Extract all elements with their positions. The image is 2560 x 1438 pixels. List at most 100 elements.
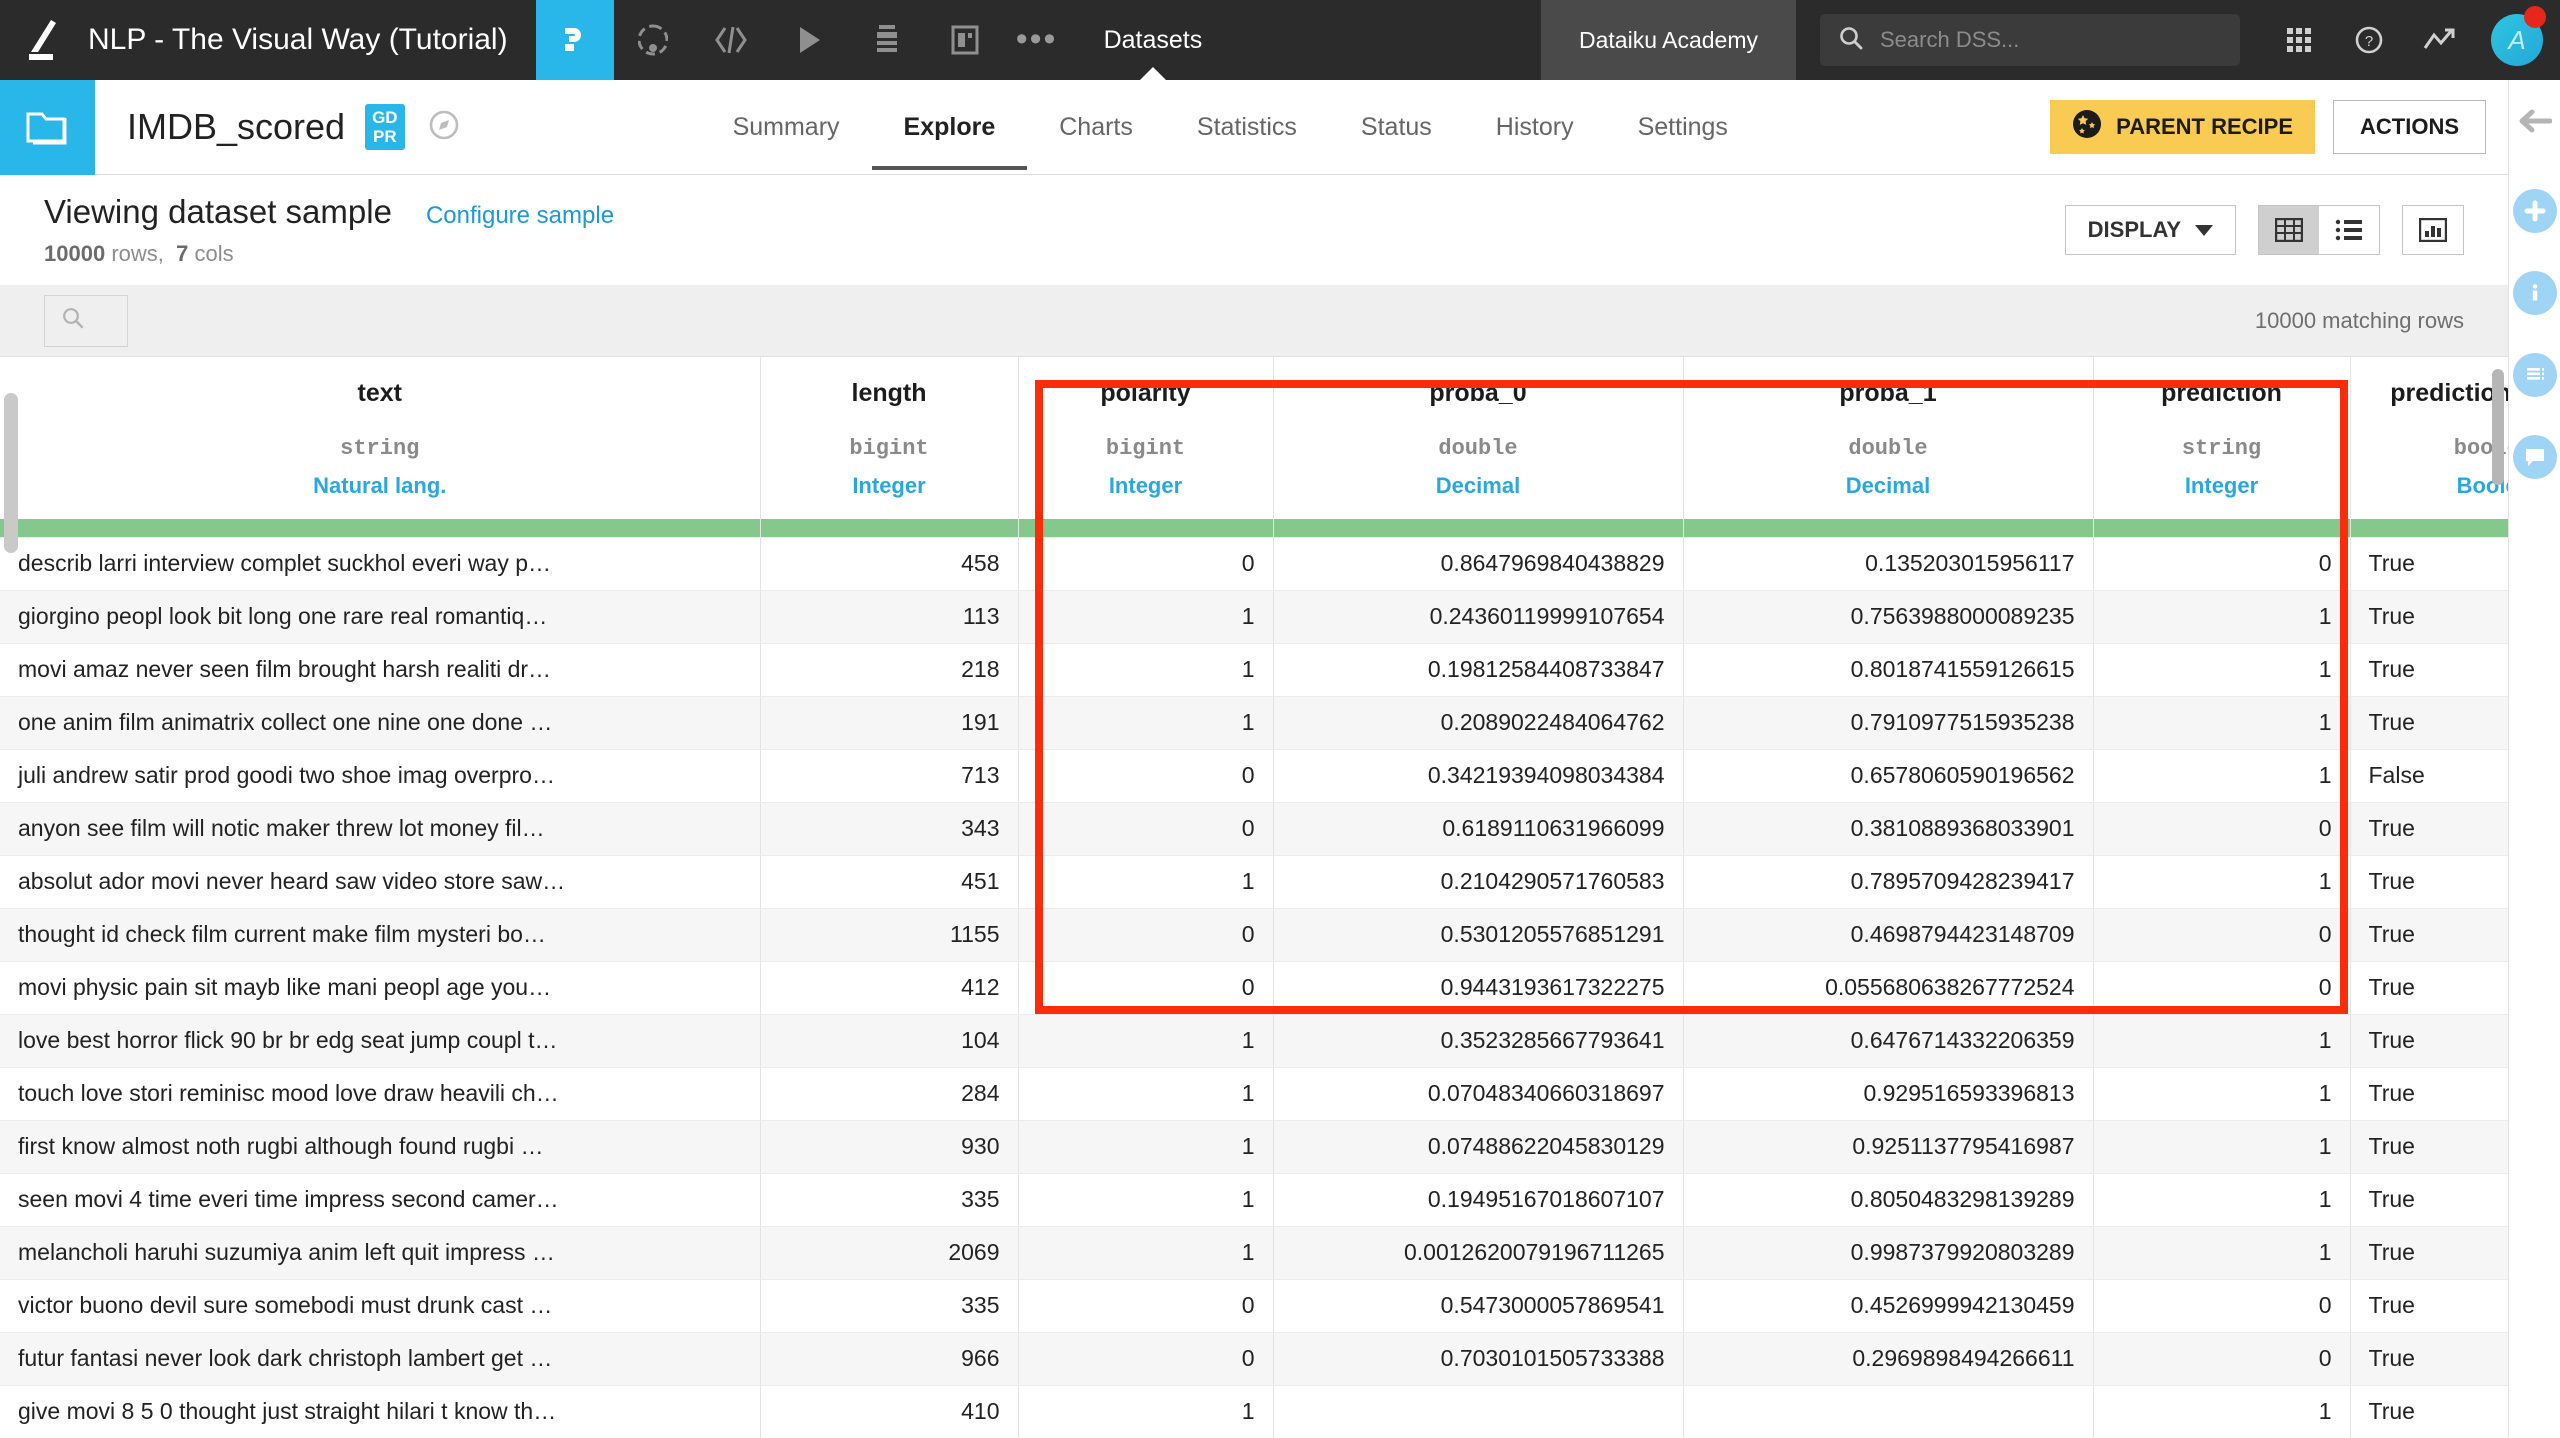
- table-row[interactable]: thought id check film current make film …: [0, 908, 2508, 962]
- column-meaning[interactable]: Integer: [779, 473, 1000, 499]
- data-table-container[interactable]: text string Natural lang. length bigint …: [0, 357, 2508, 1438]
- cell-text[interactable]: victor buono devil sure somebodi must dr…: [0, 1279, 761, 1333]
- compass-icon[interactable]: [427, 108, 461, 147]
- cell-length[interactable]: 458: [760, 537, 1019, 591]
- nav-icon-flow[interactable]: [535, 0, 614, 80]
- info-icon[interactable]: [2512, 271, 2557, 315]
- cell-proba_0[interactable]: 0.3523285667793641: [1273, 1014, 1684, 1068]
- cell-prediction[interactable]: 1: [2093, 1014, 2351, 1068]
- cell-prediction_correct[interactable]: True: [2350, 855, 2508, 909]
- cell-prediction_correct[interactable]: True: [2350, 1332, 2508, 1386]
- cell-text[interactable]: giorgino peopl look bit long one rare re…: [0, 590, 761, 644]
- table-row[interactable]: describ larri interview complet suckhol …: [0, 537, 2508, 591]
- table-row[interactable]: movi amaz never seen film brought harsh …: [0, 643, 2508, 697]
- cell-length[interactable]: 284: [760, 1067, 1019, 1121]
- column-meaning[interactable]: Boolean: [2369, 473, 2508, 499]
- table-row[interactable]: seen movi 4 time everi time impress seco…: [0, 1173, 2508, 1227]
- cell-proba_0[interactable]: 0.2104290571760583: [1273, 855, 1684, 909]
- cell-prediction[interactable]: 1: [2093, 696, 2351, 750]
- configure-sample-link[interactable]: Configure sample: [426, 202, 614, 230]
- column-header-length[interactable]: length bigint Integer: [760, 357, 1019, 519]
- cell-polarity[interactable]: 0: [1018, 537, 1274, 591]
- cell-text[interactable]: give movi 8 5 0 thought just straight hi…: [0, 1385, 761, 1438]
- table-row[interactable]: movi physic pain sit mayb like mani peop…: [0, 961, 2508, 1015]
- cell-text[interactable]: one anim film animatrix collect one nine…: [0, 696, 761, 750]
- cell-text[interactable]: futur fantasi never look dark christoph …: [0, 1332, 761, 1386]
- cell-polarity[interactable]: 1: [1018, 1120, 1274, 1174]
- table-row[interactable]: first know almost noth rugbi although fo…: [0, 1120, 2508, 1174]
- cell-polarity[interactable]: 0: [1018, 802, 1274, 856]
- cell-prediction_correct[interactable]: True: [2350, 1067, 2508, 1121]
- table-row[interactable]: give movi 8 5 0 thought just straight hi…: [0, 1385, 2508, 1438]
- column-meaning[interactable]: Decimal: [1292, 473, 1665, 499]
- cell-proba_1[interactable]: 0.7910977515935238: [1683, 696, 2094, 750]
- cell-prediction[interactable]: 1: [2093, 1120, 2351, 1174]
- cell-prediction_correct[interactable]: True: [2350, 643, 2508, 697]
- parent-recipe-button[interactable]: PARENT RECIPE: [2050, 100, 2315, 154]
- column-header-prediction-correct[interactable]: prediction_correct boolean Boolean: [2350, 357, 2508, 519]
- cell-prediction_correct[interactable]: True: [2350, 537, 2508, 591]
- avatar[interactable]: A: [2474, 0, 2560, 80]
- project-name[interactable]: NLP - The Visual Way (Tutorial): [88, 0, 536, 80]
- tab-charts[interactable]: Charts: [1027, 85, 1165, 170]
- cell-text[interactable]: describ larri interview complet suckhol …: [0, 537, 761, 591]
- cell-length[interactable]: 966: [760, 1332, 1019, 1386]
- table-row[interactable]: one anim film animatrix collect one nine…: [0, 696, 2508, 750]
- cell-text[interactable]: anyon see film will notic maker threw lo…: [0, 802, 761, 856]
- tab-statistics[interactable]: Statistics: [1165, 85, 1329, 170]
- cell-length[interactable]: 713: [760, 749, 1019, 803]
- column-header-polarity[interactable]: polarity bigint Integer: [1018, 357, 1274, 519]
- cell-proba_1[interactable]: 0.9251137795416987: [1683, 1120, 2094, 1174]
- cell-polarity[interactable]: 0: [1018, 961, 1274, 1015]
- cell-proba_1[interactable]: 0.4526999942130459: [1683, 1279, 2094, 1333]
- cell-length[interactable]: 218: [760, 643, 1019, 697]
- cell-text[interactable]: movi amaz never seen film brought harsh …: [0, 643, 761, 697]
- cell-proba_0[interactable]: 0.5473000057869541: [1273, 1279, 1684, 1333]
- cell-polarity[interactable]: 0: [1018, 749, 1274, 803]
- cell-length[interactable]: 1155: [760, 908, 1019, 962]
- cell-proba_0[interactable]: 0.34219394098034384: [1273, 749, 1684, 803]
- table-row[interactable]: giorgino peopl look bit long one rare re…: [0, 590, 2508, 644]
- cell-prediction[interactable]: 1: [2093, 590, 2351, 644]
- cell-proba_0[interactable]: 0.19495167018607107: [1273, 1173, 1684, 1227]
- cell-polarity[interactable]: 0: [1018, 1279, 1274, 1333]
- nav-icon-jobs-play[interactable]: [770, 0, 848, 80]
- cell-proba_0[interactable]: 0.0012620079196711265: [1273, 1226, 1684, 1280]
- cell-prediction_correct[interactable]: True: [2350, 696, 2508, 750]
- cell-polarity[interactable]: 1: [1018, 696, 1274, 750]
- table-row[interactable]: anyon see film will notic maker threw lo…: [0, 802, 2508, 856]
- cell-length[interactable]: 104: [760, 1014, 1019, 1068]
- column-meaning[interactable]: Integer: [1037, 473, 1255, 499]
- discussions-icon[interactable]: [2512, 435, 2557, 479]
- collapse-left-arrow-icon[interactable]: [2518, 106, 2552, 141]
- column-meaning[interactable]: Decimal: [1702, 473, 2075, 499]
- actions-button[interactable]: ACTIONS: [2333, 100, 2486, 154]
- tab-status[interactable]: Status: [1329, 85, 1464, 170]
- cell-text[interactable]: love best horror flick 90 br br edg seat…: [0, 1014, 761, 1068]
- column-header-proba-0[interactable]: proba_0 double Decimal: [1273, 357, 1684, 519]
- cell-prediction[interactable]: 1: [2093, 749, 2351, 803]
- tab-summary[interactable]: Summary: [701, 85, 872, 170]
- column-meaning[interactable]: Natural lang.: [18, 473, 742, 499]
- cell-prediction_correct[interactable]: True: [2350, 1279, 2508, 1333]
- cell-prediction_correct[interactable]: True: [2350, 961, 2508, 1015]
- cell-length[interactable]: 412: [760, 961, 1019, 1015]
- cell-prediction_correct[interactable]: True: [2350, 802, 2508, 856]
- table-row[interactable]: juli andrew satir prod goodi two shoe im…: [0, 749, 2508, 803]
- column-meaning[interactable]: Integer: [2112, 473, 2332, 499]
- cell-proba_1[interactable]: 0.7895709428239417: [1683, 855, 2094, 909]
- cell-proba_0[interactable]: 0.24360119999107654: [1273, 590, 1684, 644]
- cell-prediction_correct[interactable]: True: [2350, 1226, 2508, 1280]
- cell-length[interactable]: 343: [760, 802, 1019, 856]
- table-row[interactable]: futur fantasi never look dark christoph …: [0, 1332, 2508, 1386]
- cell-length[interactable]: 451: [760, 855, 1019, 909]
- display-button[interactable]: DISPLAY: [2064, 205, 2236, 255]
- cell-proba_0[interactable]: 0.07488622045830129: [1273, 1120, 1684, 1174]
- cell-length[interactable]: 191: [760, 696, 1019, 750]
- cell-polarity[interactable]: 1: [1018, 643, 1274, 697]
- cell-prediction_correct[interactable]: False: [2350, 749, 2508, 803]
- cell-length[interactable]: 930: [760, 1120, 1019, 1174]
- cell-prediction[interactable]: 1: [2093, 1067, 2351, 1121]
- cell-proba_1[interactable]: 0.6578060590196562: [1683, 749, 2094, 803]
- cell-length[interactable]: 335: [760, 1173, 1019, 1227]
